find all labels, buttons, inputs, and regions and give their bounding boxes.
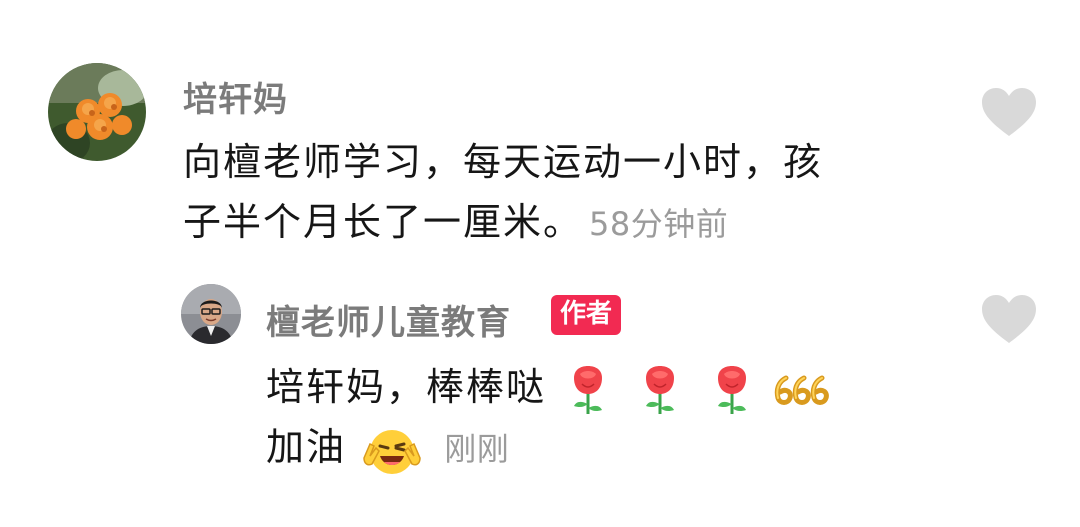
reply-text: 培轩妈，棒棒哒 加油 刚刚 bbox=[266, 357, 946, 477]
rose-icon bbox=[646, 365, 675, 414]
reply-timestamp: 刚刚 bbox=[444, 430, 510, 468]
avatar[interactable] bbox=[48, 63, 146, 161]
comment-timestamp: 58分钟前 bbox=[589, 205, 729, 243]
comment-thread: 培轩妈 向檀老师学习，每天运动一小时，孩 子半个月长了一厘米。58分钟前 檀老 bbox=[0, 0, 1080, 527]
reply-username[interactable]: 檀老师儿童教育 bbox=[266, 295, 511, 344]
comment-text: 向檀老师学习，每天运动一小时，孩 子半个月长了一厘米。 58分钟前 bbox=[183, 132, 963, 254]
666-icon bbox=[775, 375, 830, 405]
comment-text-line: 子半个月长了一厘米。 58分钟前 bbox=[183, 192, 963, 254]
avatar-image bbox=[181, 284, 241, 344]
author-badge: 作者 bbox=[551, 295, 622, 335]
reply-text-line: 加油 刚刚 bbox=[266, 417, 946, 477]
comment-text-line: 向檀老师学习，每天运动一小时，孩 bbox=[183, 140, 824, 184]
comment-text-line2: 子半个月长了一厘米。 bbox=[183, 200, 584, 244]
reply-text-line1: 培轩妈，棒棒哒 bbox=[266, 365, 547, 409]
reply-avatar[interactable] bbox=[181, 284, 241, 344]
reply-item: 檀老师儿童教育 作者 培轩妈，棒棒哒 加油 刚刚 bbox=[0, 260, 1080, 527]
wink-victory-icon bbox=[363, 429, 421, 474]
reply-text-line: 培轩妈，棒棒哒 bbox=[266, 357, 946, 417]
comment-item: 培轩妈 向檀老师学习，每天运动一小时，孩 子半个月长了一厘米。 58分钟前 bbox=[0, 0, 1080, 260]
reply-text-line2: 加油 bbox=[266, 425, 347, 469]
rose-icon bbox=[574, 365, 603, 414]
comment-username[interactable]: 培轩妈 bbox=[183, 72, 288, 121]
like-heart-icon[interactable] bbox=[980, 86, 1038, 138]
avatar-image bbox=[48, 63, 146, 161]
rose-icon bbox=[718, 365, 747, 414]
like-heart-icon[interactable] bbox=[980, 293, 1038, 345]
